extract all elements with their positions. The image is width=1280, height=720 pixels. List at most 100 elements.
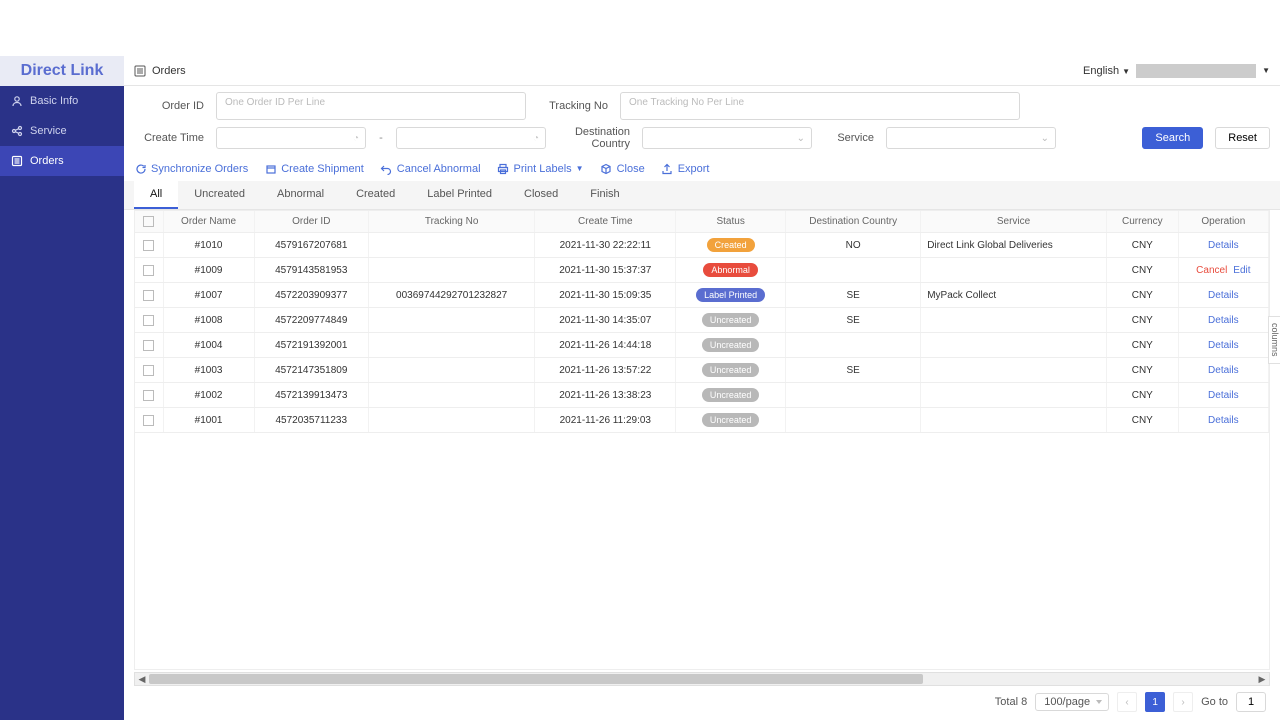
- checkbox[interactable]: [143, 216, 154, 227]
- page-size-select[interactable]: 100/page: [1035, 693, 1109, 711]
- print-labels-action[interactable]: Print Labels ▼: [497, 162, 584, 175]
- create-time-cell: 2021-11-30 15:37:37: [535, 258, 676, 283]
- user-menu[interactable]: [1136, 64, 1256, 78]
- sidebar-item-orders[interactable]: Orders: [0, 146, 124, 176]
- tracking-no-input[interactable]: One Tracking No Per Line: [620, 92, 1020, 120]
- create-time-cell: 2021-11-26 13:57:22: [535, 358, 676, 383]
- chevron-down-icon: ⌄: [797, 133, 805, 144]
- create-time-cell: 2021-11-30 14:35:07: [535, 308, 676, 333]
- tab-label-printed[interactable]: Label Printed: [411, 181, 508, 209]
- user-icon: [10, 94, 24, 108]
- destination-country-select[interactable]: ⌄: [642, 127, 812, 149]
- details-link[interactable]: Details: [1208, 315, 1239, 326]
- pagination: Total 8 100/page ‹ 1 › Go to: [124, 688, 1280, 720]
- create-time-cell: 2021-11-26 13:38:23: [535, 383, 676, 408]
- details-link[interactable]: Details: [1208, 365, 1239, 376]
- currency-cell: CNY: [1106, 258, 1178, 283]
- language-selector[interactable]: English ▼: [1083, 65, 1130, 77]
- row-checkbox-cell[interactable]: [135, 333, 163, 358]
- tab-all[interactable]: All: [134, 181, 178, 209]
- columns-toggle[interactable]: columns: [1268, 316, 1280, 364]
- status-cell: Uncreated: [676, 333, 786, 358]
- page-1[interactable]: 1: [1145, 692, 1165, 712]
- currency-cell: CNY: [1106, 358, 1178, 383]
- checkbox[interactable]: [143, 415, 154, 426]
- sidebar: Direct Link Basic InfoServiceOrders: [0, 56, 124, 720]
- row-checkbox-cell[interactable]: [135, 233, 163, 258]
- list-icon: [134, 65, 146, 77]
- checkbox[interactable]: [143, 290, 154, 301]
- tab-finish[interactable]: Finish: [574, 181, 635, 209]
- status-badge: Abnormal: [703, 263, 758, 277]
- edit-link[interactable]: Edit: [1233, 265, 1250, 276]
- currency-cell: CNY: [1106, 283, 1178, 308]
- service-label: Service: [824, 132, 874, 144]
- checkbox[interactable]: [143, 240, 154, 251]
- create-time-from[interactable]: ◔: [216, 127, 366, 149]
- checkbox[interactable]: [143, 315, 154, 326]
- row-checkbox-cell[interactable]: [135, 383, 163, 408]
- sidebar-item-basic-info[interactable]: Basic Info: [0, 86, 124, 116]
- tracking-no-cell: [368, 258, 534, 283]
- refresh-icon: [134, 162, 147, 175]
- prev-page[interactable]: ‹: [1117, 692, 1137, 712]
- row-checkbox-cell[interactable]: [135, 358, 163, 383]
- destination-cell: [786, 383, 921, 408]
- close-action[interactable]: Close: [600, 162, 645, 175]
- service-cell: MyPack Collect: [921, 283, 1107, 308]
- tab-abnormal[interactable]: Abnormal: [261, 181, 340, 209]
- create-time-cell: 2021-11-26 14:44:18: [535, 333, 676, 358]
- checkbox[interactable]: [143, 365, 154, 376]
- scroll-left-icon[interactable]: ◀: [135, 674, 149, 685]
- details-link[interactable]: Details: [1208, 390, 1239, 401]
- checkbox[interactable]: [143, 340, 154, 351]
- breadcrumb: Orders: [134, 65, 186, 77]
- horizontal-scrollbar[interactable]: ◀ ▶: [134, 672, 1270, 686]
- row-checkbox-cell[interactable]: [135, 408, 163, 433]
- clock-icon: ◔: [533, 133, 539, 144]
- scroll-right-icon[interactable]: ▶: [1255, 674, 1269, 685]
- export-action[interactable]: Export: [661, 162, 710, 175]
- tab-created[interactable]: Created: [340, 181, 411, 209]
- details-link[interactable]: Details: [1208, 340, 1239, 351]
- tracking-no-label: Tracking No: [538, 100, 608, 112]
- column-header: Status: [676, 211, 786, 233]
- checkbox[interactable]: [143, 390, 154, 401]
- details-link[interactable]: Details: [1208, 240, 1239, 251]
- checkbox[interactable]: [143, 265, 154, 276]
- filters: Order ID One Order ID Per Line Tracking …: [124, 86, 1280, 160]
- table-row: #100945791435819532021-11-30 15:37:37Abn…: [135, 258, 1269, 283]
- table-row: #100145720357112332021-11-26 11:29:03Unc…: [135, 408, 1269, 433]
- next-page[interactable]: ›: [1173, 692, 1193, 712]
- details-link[interactable]: Details: [1208, 290, 1239, 301]
- row-checkbox-cell[interactable]: [135, 258, 163, 283]
- sidebar-item-service[interactable]: Service: [0, 116, 124, 146]
- cancel-abnormal-action[interactable]: Cancel Abnormal: [380, 162, 481, 175]
- tab-closed[interactable]: Closed: [508, 181, 574, 209]
- topbar: Orders English ▼ ▼: [124, 56, 1280, 86]
- search-button[interactable]: Search: [1142, 127, 1203, 149]
- service-cell: [921, 258, 1107, 283]
- row-checkbox-cell[interactable]: [135, 283, 163, 308]
- cube-icon: [600, 162, 613, 175]
- column-header: Operation: [1178, 211, 1268, 233]
- select-all-header[interactable]: [135, 211, 163, 233]
- create-shipment-action[interactable]: Create Shipment: [264, 162, 364, 175]
- details-link[interactable]: Details: [1208, 415, 1239, 426]
- goto-input[interactable]: [1236, 692, 1266, 712]
- order-id-cell: 4572139913473: [254, 383, 368, 408]
- synchronize-orders-action[interactable]: Synchronize Orders: [134, 162, 248, 175]
- create-time-to[interactable]: ◔: [396, 127, 546, 149]
- order-id-cell: 4572209774849: [254, 308, 368, 333]
- currency-cell: CNY: [1106, 333, 1178, 358]
- service-select[interactable]: ⌄: [886, 127, 1056, 149]
- reset-button[interactable]: Reset: [1215, 127, 1270, 149]
- tab-uncreated[interactable]: Uncreated: [178, 181, 261, 209]
- order-name-cell: #1002: [163, 383, 254, 408]
- column-header: Destination Country: [786, 211, 921, 233]
- row-checkbox-cell[interactable]: [135, 308, 163, 333]
- table-row: #100445721913920012021-11-26 14:44:18Unc…: [135, 333, 1269, 358]
- order-id-input[interactable]: One Order ID Per Line: [216, 92, 526, 120]
- status-badge: Uncreated: [702, 363, 760, 377]
- cancel-link[interactable]: Cancel: [1196, 265, 1227, 276]
